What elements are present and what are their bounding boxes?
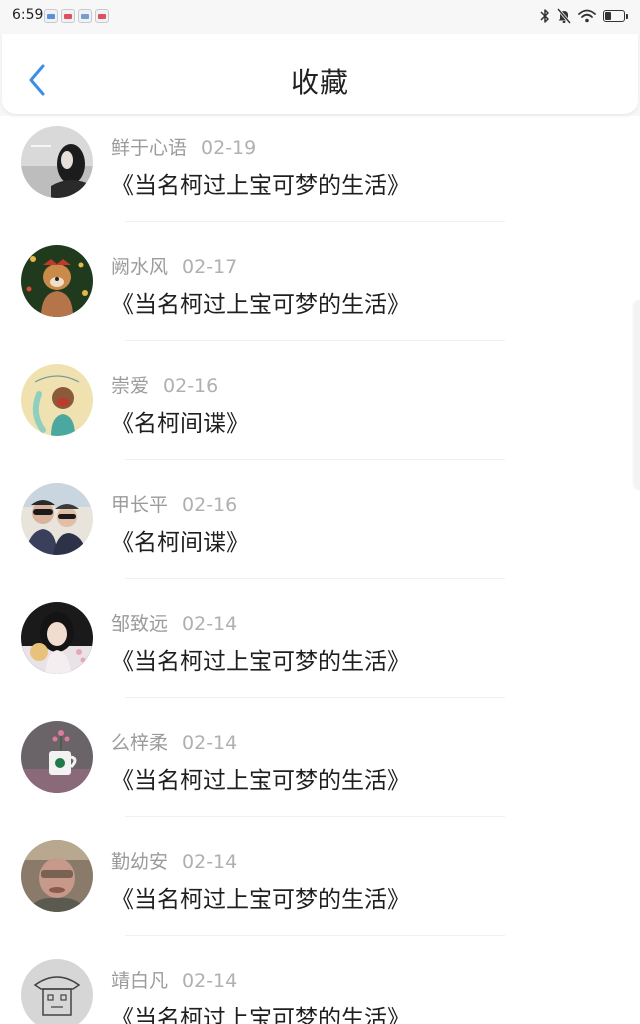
system-icons [540,8,628,24]
list-item[interactable]: 鲜于心语 02-19 《当名柯过上宝可梦的生活》 [0,116,640,235]
side-drawer-handle[interactable] [634,300,640,490]
red-app-notification-icon [95,9,109,23]
divider [125,340,505,341]
divider [125,816,505,817]
shield-app-notification-icon [78,9,92,23]
story-title[interactable]: 《名柯间谍》 [111,523,249,557]
bluetooth-icon [540,9,549,23]
grey-portrait-avatar[interactable] [21,126,93,198]
divider [125,459,505,460]
header: 收藏 [0,34,640,116]
list-item[interactable]: 么梓柔 02-14 《当名柯过上宝可梦的生活》 [0,711,640,830]
divider [125,935,505,936]
battery-icon [603,10,628,22]
date: 02-14 [182,851,238,873]
battery-level-fill [605,12,612,20]
date: 02-19 [201,137,257,159]
story-title[interactable]: 《当名柯过上宝可梦的生活》 [111,642,410,676]
couple-photo-avatar[interactable] [21,483,93,555]
user-name: 邹致远 [111,613,169,635]
blurry-face-avatar[interactable] [21,840,93,912]
story-title[interactable]: 《当名柯过上宝可梦的生活》 [111,285,410,319]
mute-icon [557,8,571,24]
user-name: 勤幼安 [111,851,169,873]
divider [125,697,505,698]
cartoon-girl-avatar[interactable] [21,364,93,436]
red-app-notification-icon [61,9,75,23]
list-item[interactable]: 靖白凡 02-14 《当名柯过上宝可梦的生活》 [0,949,640,1024]
story-title[interactable]: 《当名柯过上宝可梦的生活》 [111,999,410,1024]
story-title[interactable]: 《当名柯过上宝可梦的生活》 [111,880,410,914]
date: 02-16 [163,375,219,397]
list-item[interactable]: 甲长平 02-16 《名柯间谍》 [0,473,640,592]
status-time: 6:59 [12,7,44,23]
divider [125,578,505,579]
date: 02-14 [182,732,238,754]
girl-portrait-avatar[interactable] [21,602,93,674]
divider [125,221,505,222]
app-notification-icon [44,9,58,23]
notification-icons [44,9,109,23]
list-item[interactable]: 勤幼安 02-14 《当名柯过上宝可梦的生活》 [0,830,640,949]
date: 02-16 [182,494,238,516]
favorites-list: 鲜于心语 02-19 《当名柯过上宝可梦的生活》 阙水风 02-17 《当名柯过上宝… [0,116,640,1024]
date: 02-17 [182,256,238,278]
story-title[interactable]: 《当名柯过上宝可梦的生活》 [111,166,410,200]
header-card: 收藏 [2,34,638,114]
list-item[interactable]: 阙水风 02-17 《当名柯过上宝可梦的生活》 [0,235,640,354]
user-name: 甲长平 [111,494,169,516]
user-name: 鲜于心语 [111,137,188,159]
date: 02-14 [182,970,238,992]
status-bar: 6:59 [0,0,640,34]
sketch-drawing-avatar[interactable] [21,959,93,1024]
coffee-cup-avatar[interactable] [21,721,93,793]
dog-avatar[interactable] [21,245,93,317]
user-name: 么梓柔 [111,732,169,754]
wifi-icon [578,9,596,23]
page-title: 收藏 [290,66,349,99]
list-item[interactable]: 邹致远 02-14 《当名柯过上宝可梦的生活》 [0,592,640,711]
story-title[interactable]: 《当名柯过上宝可梦的生活》 [111,761,410,795]
user-name: 崇爱 [111,375,150,397]
user-name: 阙水风 [111,256,169,278]
user-name: 靖白凡 [111,970,169,992]
date: 02-14 [182,613,238,635]
story-title[interactable]: 《名柯间谍》 [111,404,249,438]
list-item[interactable]: 崇爱 02-16 《名柯间谍》 [0,354,640,473]
